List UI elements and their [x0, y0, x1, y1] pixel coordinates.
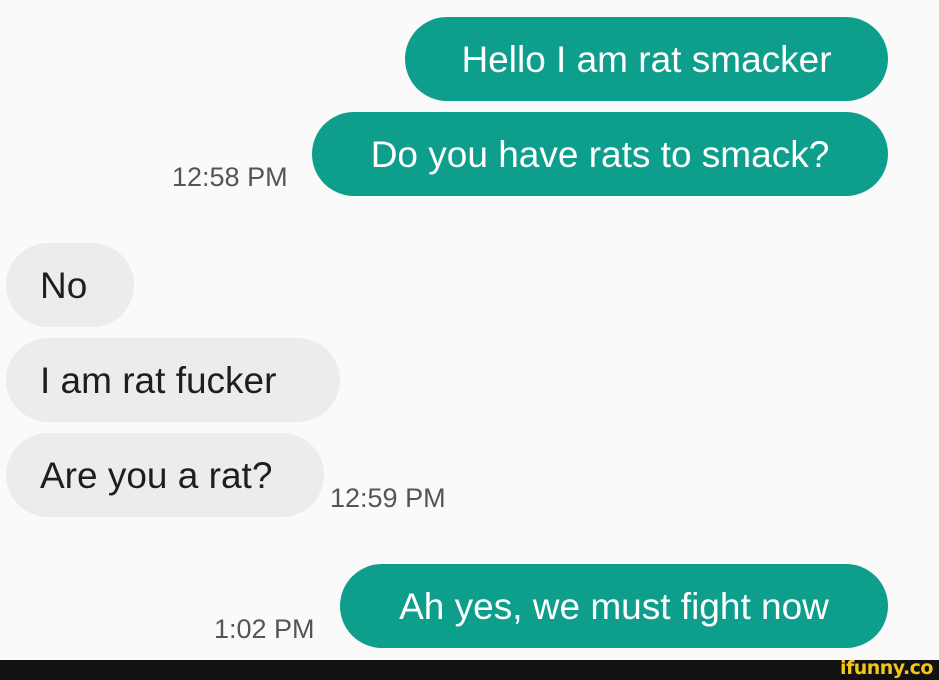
watermark-bar: ifunny.co: [0, 657, 939, 680]
ifunny-watermark-logo: ifunny.co: [839, 657, 934, 679]
message-bubble-outgoing[interactable]: Do you have rats to smack?: [312, 112, 888, 196]
message-text: No: [40, 264, 88, 306]
message-bubble-incoming[interactable]: Are you a rat?: [6, 433, 324, 517]
message-text: Hello I am rat smacker: [461, 38, 832, 80]
message-bubble-incoming[interactable]: I am rat fucker: [6, 338, 340, 422]
message-bubble-outgoing[interactable]: Ah yes, we must fight now: [340, 564, 888, 648]
message-timestamp: 1:02 PM: [214, 614, 315, 644]
message-timestamp: 12:58 PM: [172, 162, 288, 192]
chat-thread: Hello I am rat smacker 12:58 PM Do you h…: [0, 0, 939, 660]
message-text: Ah yes, we must fight now: [399, 585, 829, 627]
message-timestamp: 12:59 PM: [330, 483, 446, 513]
message-text: I am rat fucker: [40, 359, 277, 401]
message-text: Are you a rat?: [40, 454, 273, 496]
message-text: Do you have rats to smack?: [370, 133, 830, 175]
message-bubble-outgoing[interactable]: Hello I am rat smacker: [405, 17, 888, 101]
message-bubble-incoming[interactable]: No: [6, 243, 134, 327]
